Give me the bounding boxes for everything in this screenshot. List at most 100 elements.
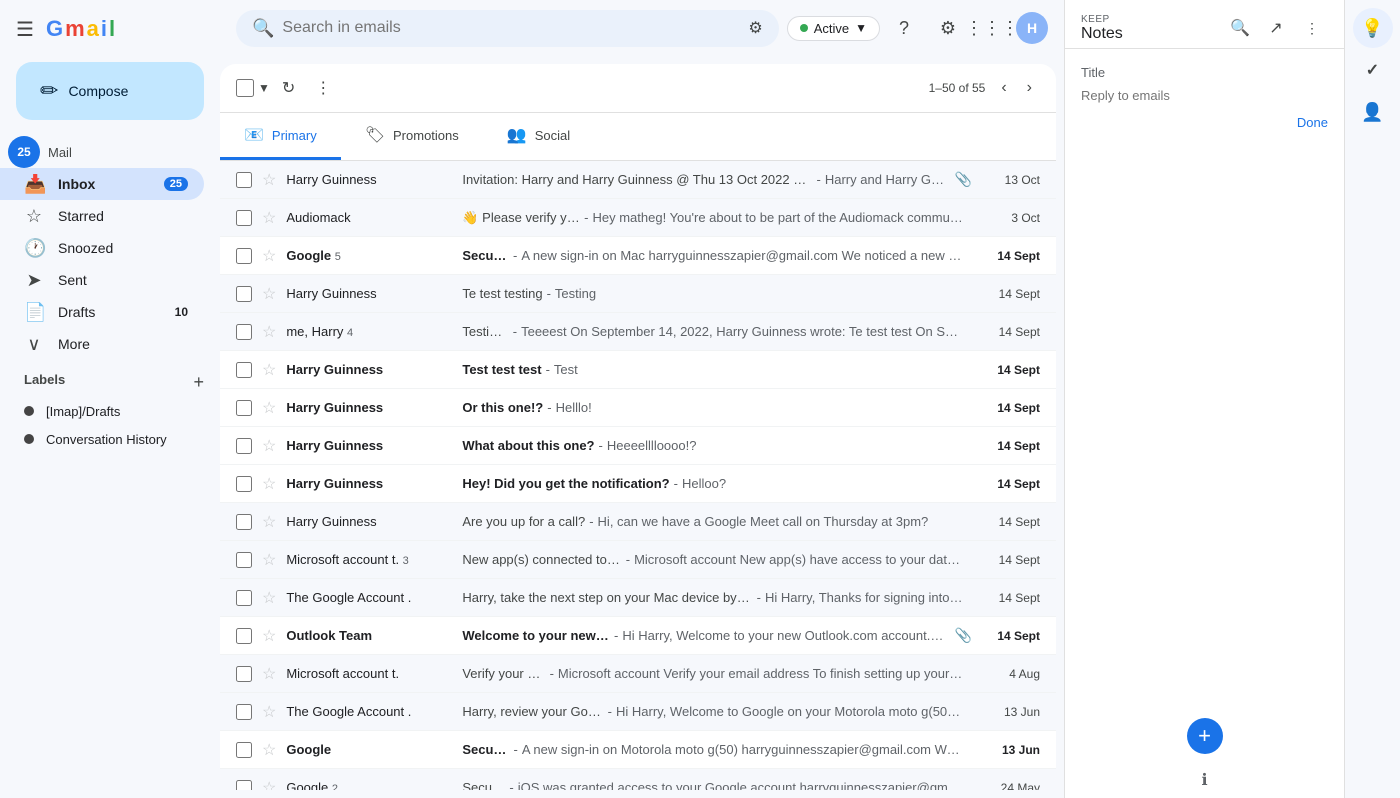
search-input[interactable]	[282, 19, 740, 37]
email-checkbox[interactable]	[236, 628, 252, 644]
email-row[interactable]: ☆ Microsoft account t. Verify your email…	[220, 655, 1056, 693]
avatar[interactable]: H	[1016, 12, 1048, 44]
email-checkbox[interactable]	[236, 362, 252, 378]
email-checkbox[interactable]	[236, 552, 252, 568]
sidebar-item-starred[interactable]: ☆ Starred	[0, 200, 204, 232]
settings-button[interactable]: ⚙	[928, 8, 968, 48]
email-row[interactable]: ☆ Harry Guinness What about this one? - …	[220, 427, 1056, 465]
sidebar-item-snoozed[interactable]: 🕐 Snoozed	[0, 232, 204, 264]
email-row[interactable]: ☆ Google 5 Security alert - A new sign-i…	[220, 237, 1056, 275]
sidebar-item-more[interactable]: ∨ More	[0, 328, 204, 360]
star-icon[interactable]: ☆	[262, 360, 276, 380]
email-checkbox[interactable]	[236, 324, 252, 340]
more-options-button[interactable]: ⋮	[307, 72, 339, 104]
label-imap-drafts[interactable]: [Imap]/Drafts	[0, 397, 204, 425]
keep-search-button[interactable]: 🔍	[1224, 12, 1256, 44]
star-icon[interactable]: ☆	[262, 474, 276, 494]
email-row[interactable]: ☆ Outlook Team Welcome to your new Outlo…	[220, 617, 1056, 655]
star-icon[interactable]: ☆	[262, 436, 276, 456]
star-icon[interactable]: ☆	[262, 588, 276, 608]
email-row[interactable]: ☆ Harry Guinness Test test test - Test 1…	[220, 351, 1056, 389]
email-checkbox[interactable]	[236, 780, 252, 791]
email-content: Welcome to your new Outlook.com account …	[462, 628, 946, 643]
right-icon-tasks[interactable]: ✓	[1353, 50, 1393, 90]
apps-button[interactable]: ⋮⋮⋮	[972, 8, 1012, 48]
email-row[interactable]: ☆ me, Harry 4 Testing test - Teeeest On …	[220, 313, 1056, 351]
search-box[interactable]: 🔍 ⚙	[236, 10, 779, 47]
star-icon[interactable]: ☆	[262, 284, 276, 304]
tab-social[interactable]: 👥 Social	[483, 113, 594, 160]
star-icon[interactable]: ☆	[262, 170, 276, 190]
email-subject: Verify your email address	[462, 666, 545, 681]
email-row[interactable]: ☆ Audiomack 👋 Please verify your email a…	[220, 199, 1056, 237]
search-filter-icon[interactable]: ⚙	[748, 18, 762, 38]
star-icon[interactable]: ☆	[262, 740, 276, 760]
email-checkbox[interactable]	[236, 172, 252, 188]
email-separator: -	[513, 324, 517, 339]
star-icon[interactable]: ☆	[262, 550, 276, 570]
email-row[interactable]: ☆ Harry Guinness Are you up for a call? …	[220, 503, 1056, 541]
gmail-logo: G m a i l	[46, 16, 115, 42]
keep-info-button[interactable]: ℹ	[1065, 762, 1344, 798]
email-row[interactable]: ☆ Microsoft account t. 3 New app(s) conn…	[220, 541, 1056, 579]
email-checkbox[interactable]	[236, 704, 252, 720]
keep-note-input[interactable]	[1081, 88, 1328, 103]
email-row[interactable]: ☆ Google Security alert - A new sign-in …	[220, 731, 1056, 769]
sidebar: ☰ G m a i l ✏ Compose 25 Mail 📥 Inbox 25…	[0, 0, 220, 798]
email-row[interactable]: ☆ The Google Account . Harry, review you…	[220, 693, 1056, 731]
email-row[interactable]: ☆ Harry Guinness Invitation: Harry and H…	[220, 161, 1056, 199]
sidebar-item-sent[interactable]: ➤ Sent	[0, 264, 204, 296]
keep-more-button[interactable]: ⋮	[1296, 12, 1328, 44]
email-row[interactable]: ☆ Harry Guinness Or this one!? - Helllo!…	[220, 389, 1056, 427]
label-conversation-history[interactable]: Conversation History	[0, 425, 204, 453]
email-content: Harry, take the next step on your Mac de…	[462, 590, 964, 605]
tab-primary[interactable]: 📧 Primary	[220, 113, 341, 160]
email-checkbox[interactable]	[236, 590, 252, 606]
email-row[interactable]: ☆ Harry Guinness Te test testing - Testi…	[220, 275, 1056, 313]
sidebar-item-inbox[interactable]: 📥 Inbox 25	[0, 168, 204, 200]
star-icon[interactable]: ☆	[262, 322, 276, 342]
add-label-button[interactable]: +	[193, 372, 204, 393]
email-checkbox[interactable]	[236, 400, 252, 416]
email-row[interactable]: ☆ Harry Guinness Hey! Did you get the no…	[220, 465, 1056, 503]
sidebar-item-mail-icon[interactable]: 25 Mail	[0, 136, 204, 168]
compose-button[interactable]: ✏ Compose	[16, 62, 204, 120]
star-icon[interactable]: ☆	[262, 512, 276, 532]
star-icon[interactable]: ☆	[262, 208, 276, 228]
sidebar-item-drafts[interactable]: 📄 Drafts 10	[0, 296, 204, 328]
star-icon[interactable]: ☆	[262, 626, 276, 646]
email-subject: Invitation: Harry and Harry Guinness @ T…	[462, 172, 812, 187]
star-icon[interactable]: ☆	[262, 664, 276, 684]
email-checkbox[interactable]	[236, 666, 252, 682]
email-checkbox[interactable]	[236, 476, 252, 492]
email-checkbox[interactable]	[236, 248, 252, 264]
refresh-button[interactable]: ↻	[274, 72, 303, 104]
star-icon[interactable]: ☆	[262, 246, 276, 266]
keep-open-button[interactable]: ↗	[1260, 12, 1292, 44]
prev-page-button[interactable]: ‹	[993, 73, 1014, 103]
right-icon-keep[interactable]: 💡	[1353, 8, 1393, 48]
keep-done-button[interactable]: Done	[1297, 111, 1328, 134]
email-row[interactable]: ☆ Google 2 Security alert - iOS was gran…	[220, 769, 1056, 790]
star-icon[interactable]: ☆	[262, 778, 276, 791]
star-icon[interactable]: ☆	[262, 702, 276, 722]
email-checkbox[interactable]	[236, 286, 252, 302]
status-badge[interactable]: Active ▼	[787, 16, 880, 41]
email-checkbox[interactable]	[236, 438, 252, 454]
star-icon[interactable]: ☆	[262, 398, 276, 418]
label-conversation-text: Conversation History	[46, 432, 167, 447]
email-checkbox[interactable]	[236, 742, 252, 758]
email-row[interactable]: ☆ The Google Account . Harry, take the n…	[220, 579, 1056, 617]
email-checkbox[interactable]	[236, 210, 252, 226]
right-icon-contacts[interactable]: 👤	[1353, 92, 1393, 132]
email-date: 14 Sept	[980, 591, 1040, 605]
keep-add-button[interactable]: +	[1187, 718, 1223, 754]
email-checkbox[interactable]	[236, 514, 252, 530]
select-all-checkbox[interactable]	[236, 79, 254, 97]
tab-promotions[interactable]: 🏷 Promotions	[341, 113, 483, 160]
next-page-button[interactable]: ›	[1019, 73, 1040, 103]
select-dropdown-icon[interactable]: ▼	[258, 81, 270, 95]
email-content: Security alert - A new sign-in on Motoro…	[462, 742, 964, 757]
help-button[interactable]: ?	[884, 8, 924, 48]
hamburger-icon[interactable]: ☰	[16, 17, 34, 42]
